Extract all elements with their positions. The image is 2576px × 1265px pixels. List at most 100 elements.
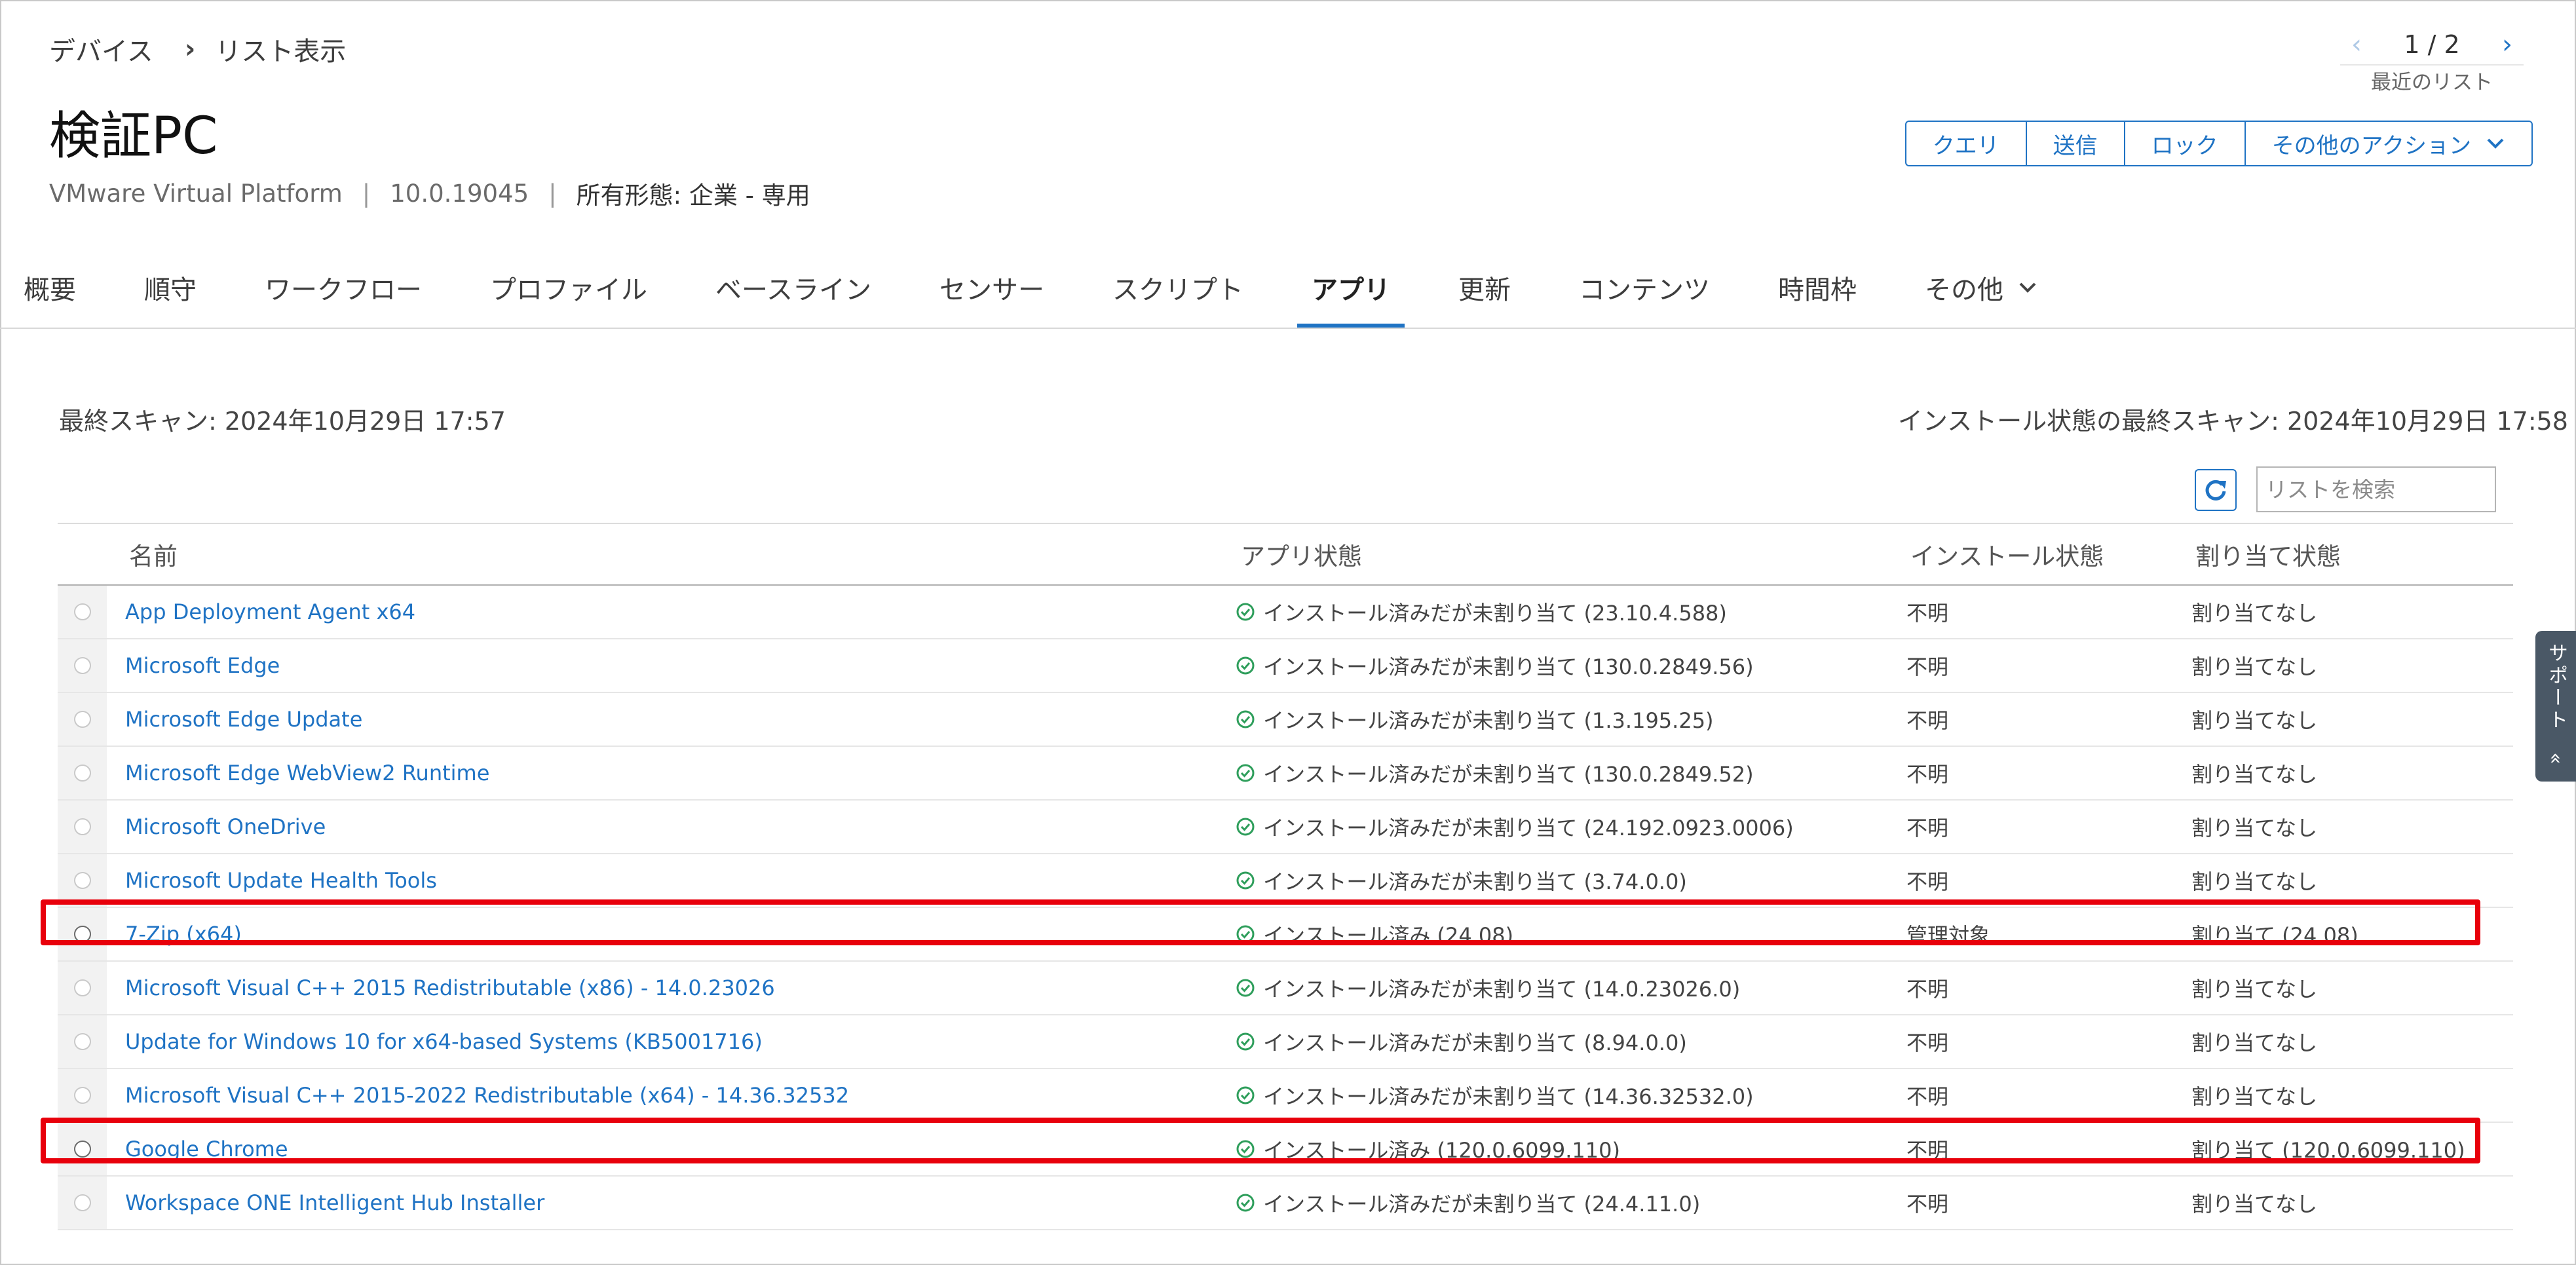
row-select-cell xyxy=(58,693,107,746)
row-select-radio[interactable] xyxy=(73,1087,91,1104)
last-scan-text: 最終スキャン: 2024年10月29日 17:57 xyxy=(59,407,506,436)
row-select-radio[interactable] xyxy=(73,926,91,943)
query-button[interactable]: クエリ xyxy=(1906,122,2027,165)
breadcrumb: デバイス › リスト表示 xyxy=(49,29,346,69)
tab-compliance[interactable]: 順守 xyxy=(110,249,231,326)
row-select-radio[interactable] xyxy=(73,1194,91,1211)
tab-content[interactable]: コンテンツ xyxy=(1545,249,1744,326)
device-ownership: 所有形態: 企業 - 専用 xyxy=(576,181,810,210)
app-name-link[interactable]: Microsoft Edge Update xyxy=(125,707,362,732)
table-row[interactable]: Microsoft OneDrive インストール済みだが未割り当て (24.19… xyxy=(58,801,2513,854)
tab-more[interactable]: その他 xyxy=(1891,249,2072,326)
check-circle-icon xyxy=(1236,603,1255,621)
column-header-app-status[interactable]: アプリ状態 xyxy=(1236,537,1904,572)
assign-status-cell: 割り当てなし xyxy=(2191,1084,2318,1109)
tab-apps[interactable]: アプリ xyxy=(1278,249,1424,328)
row-select-radio[interactable] xyxy=(73,603,91,620)
app-name-link[interactable]: Microsoft Edge WebView2 Runtime xyxy=(125,761,489,785)
column-header-assign-status[interactable]: 割り当て状態 xyxy=(2189,537,2513,572)
app-name-link[interactable]: Microsoft Update Health Tools xyxy=(125,868,437,893)
app-name-cell: Microsoft Edge xyxy=(107,653,1236,678)
app-name-link[interactable]: 7-Zip (x64) xyxy=(125,922,242,947)
breadcrumb-list-view-link[interactable]: リスト表示 xyxy=(215,30,346,68)
table-row[interactable]: Workspace ONE Intelligent Hub Installer イ… xyxy=(58,1177,2513,1230)
column-header-install-status[interactable]: インストール状態 xyxy=(1904,537,2189,572)
row-select-cell xyxy=(58,747,107,799)
install-last-scan-text: インストール状態の最終スキャン: 2024年10月29日 17:58 xyxy=(1897,407,2568,436)
app-name-cell: Microsoft OneDrive xyxy=(107,814,1236,839)
app-name-link[interactable]: Update for Windows 10 for x64-based Syst… xyxy=(125,1029,763,1054)
check-circle-icon xyxy=(1236,764,1255,782)
divider: | xyxy=(548,179,557,208)
assign-status-cell: 割り当てなし xyxy=(2191,654,2318,679)
row-select-radio[interactable] xyxy=(73,657,91,674)
table-row[interactable]: Microsoft Visual C++ 2015 Redistributabl… xyxy=(58,962,2513,1015)
column-header-name[interactable]: 名前 xyxy=(107,537,1236,572)
support-label: サポート xyxy=(2545,643,2567,732)
app-status-text: インストール済みだが未割り当て (14.36.32532.0) xyxy=(1263,1084,1754,1109)
table-row[interactable]: Microsoft Edge Update インストール済みだが未割り当て (1.… xyxy=(58,693,2513,747)
row-select-cell xyxy=(58,1177,107,1229)
row-select-radio[interactable] xyxy=(73,979,91,996)
chevron-right-icon[interactable]: › xyxy=(2491,29,2524,60)
table-row[interactable]: Microsoft Update Health Tools インストール済みだが未… xyxy=(58,854,2513,908)
app-name-link[interactable]: Google Chrome xyxy=(125,1137,288,1161)
check-circle-icon xyxy=(1236,1194,1255,1212)
app-name-link[interactable]: Microsoft Visual C++ 2015 Redistributabl… xyxy=(125,975,775,1000)
refresh-button[interactable] xyxy=(2195,469,2237,511)
send-button[interactable]: 送信 xyxy=(2027,122,2125,165)
tab-bar: 概要 順守 ワークフロー プロファイル ベースライン センサー スクリプト アプ… xyxy=(0,249,2576,329)
row-select-radio[interactable] xyxy=(73,818,91,835)
recent-list-label: 最近のリスト xyxy=(2371,71,2493,94)
device-subinfo: VMware Virtual Platform | 10.0.19045 | 所… xyxy=(49,176,810,211)
tab-baseline[interactable]: ベースライン xyxy=(681,249,905,326)
install-status-cell: 不明 xyxy=(1906,1138,1949,1163)
table-row[interactable]: Microsoft Edge WebView2 Runtime インストール済みだ… xyxy=(58,747,2513,801)
tab-workflow[interactable]: ワークフロー xyxy=(231,249,456,326)
refresh-icon xyxy=(2205,480,2226,500)
assign-status-cell: 割り当て (24.08) xyxy=(2191,923,2358,948)
support-side-tab[interactable]: サポート « xyxy=(2535,631,2576,782)
app-status-cell: インストール済みだが未割り当て (24.4.11.0) xyxy=(1236,1188,1904,1218)
check-circle-icon xyxy=(1236,1032,1255,1051)
app-name-link[interactable]: Microsoft Edge xyxy=(125,653,280,678)
tab-profile[interactable]: プロファイル xyxy=(456,249,681,326)
row-select-radio[interactable] xyxy=(73,711,91,728)
row-select-radio[interactable] xyxy=(73,1033,91,1050)
app-status-text: インストール済みだが未割り当て (24.4.11.0) xyxy=(1263,1192,1701,1217)
install-status-cell: 不明 xyxy=(1906,1192,1949,1217)
app-name-link[interactable]: Microsoft Visual C++ 2015-2022 Redistrib… xyxy=(125,1083,849,1108)
table-row[interactable]: App Deployment Agent x64 インストール済みだが未割り当て … xyxy=(58,586,2513,639)
select-column-header xyxy=(58,524,107,584)
app-name-link[interactable]: Workspace ONE Intelligent Hub Installer xyxy=(125,1190,544,1215)
breadcrumb-devices-link[interactable]: デバイス xyxy=(49,30,153,68)
row-select-radio[interactable] xyxy=(73,1141,91,1158)
tab-overview[interactable]: 概要 xyxy=(0,249,110,326)
app-name-link[interactable]: Microsoft OneDrive xyxy=(125,814,326,839)
row-select-radio[interactable] xyxy=(73,872,91,889)
tab-time-window[interactable]: 時間枠 xyxy=(1744,249,1891,326)
check-circle-icon xyxy=(1236,656,1255,675)
install-status-cell: 不明 xyxy=(1906,762,1949,787)
app-status-text: インストール済みだが未割り当て (3.74.0.0) xyxy=(1263,869,1687,894)
table-row[interactable]: 7-Zip (x64) インストール済み (24.08) 管理対象 割り当て (24.… xyxy=(58,908,2513,962)
app-status-text: インストール済みだが未割り当て (130.0.2849.52) xyxy=(1263,762,1754,787)
tab-script[interactable]: スクリプト xyxy=(1078,249,1278,326)
tab-updates[interactable]: 更新 xyxy=(1424,249,1545,326)
assign-status-cell: 割り当てなし xyxy=(2191,816,2318,840)
app-status-text: インストール済みだが未割り当て (14.0.23026.0) xyxy=(1263,977,1741,1002)
lock-button[interactable]: ロック xyxy=(2125,122,2246,165)
search-input[interactable] xyxy=(2256,466,2496,512)
table-row[interactable]: Update for Windows 10 for x64-based Syst… xyxy=(58,1015,2513,1069)
app-name-link[interactable]: App Deployment Agent x64 xyxy=(125,599,415,624)
app-status-cell: インストール済みだが未割り当て (130.0.2849.52) xyxy=(1236,758,1904,788)
install-status-cell: 不明 xyxy=(1906,869,1949,894)
table-row[interactable]: Microsoft Edge インストール済みだが未割り当て (130.0.284… xyxy=(58,639,2513,693)
app-status-text: インストール済み (24.08) xyxy=(1263,923,1514,948)
row-select-radio[interactable] xyxy=(73,765,91,782)
more-actions-button[interactable]: その他のアクション xyxy=(2246,122,2531,165)
chevron-left-icon[interactable]: ‹ xyxy=(2340,29,2373,60)
table-row[interactable]: Microsoft Visual C++ 2015-2022 Redistrib… xyxy=(58,1069,2513,1123)
table-row[interactable]: Google Chrome インストール済み (120.0.6099.110) 不明… xyxy=(58,1123,2513,1177)
tab-sensor[interactable]: センサー xyxy=(905,249,1078,326)
